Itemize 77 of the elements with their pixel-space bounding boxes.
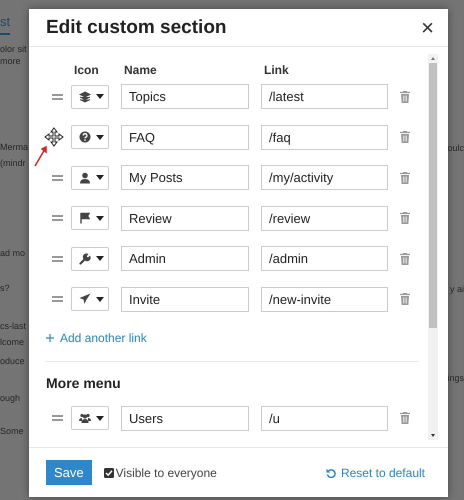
checkbox-label: Visible to everyone bbox=[116, 466, 217, 480]
users-icon bbox=[79, 412, 91, 424]
background-text: y ai bbox=[450, 283, 464, 295]
pointer-arrow bbox=[34, 144, 48, 166]
icon-dropdown[interactable] bbox=[71, 246, 109, 270]
undo-icon bbox=[326, 468, 336, 478]
link-field[interactable]: /new-invite bbox=[261, 286, 388, 312]
drag-handle-icon[interactable] bbox=[52, 256, 63, 262]
background-text: Some bbox=[0, 425, 25, 437]
background-text: oulc bbox=[448, 142, 464, 154]
caret-icon bbox=[96, 296, 104, 302]
dialog-title: Edit custom section bbox=[46, 16, 227, 38]
checkbox[interactable] bbox=[104, 468, 114, 478]
background-text: more bbox=[0, 55, 22, 67]
trash-icon[interactable] bbox=[400, 172, 410, 184]
wrench-icon bbox=[79, 252, 91, 264]
icon-dropdown[interactable] bbox=[71, 84, 109, 108]
background-text: ad mo bbox=[0, 247, 26, 259]
name-field[interactable]: Review bbox=[121, 206, 249, 230]
reset-link[interactable]: Reset to default bbox=[326, 466, 425, 480]
caret-icon bbox=[96, 416, 104, 420]
name-field[interactable]: My Posts bbox=[121, 165, 249, 190]
link-field[interactable]: /u bbox=[261, 406, 388, 430]
drag-handle-icon[interactable] bbox=[52, 174, 63, 180]
link-field[interactable]: /my/activity bbox=[261, 165, 388, 190]
background-text: (mindr bbox=[0, 157, 27, 169]
name-field[interactable]: FAQ bbox=[121, 124, 249, 150]
caret-icon bbox=[96, 256, 104, 261]
name-field[interactable]: Topics bbox=[121, 84, 249, 109]
save-button[interactable]: Save bbox=[46, 460, 92, 485]
close-button[interactable]: × bbox=[421, 16, 434, 38]
user-icon bbox=[79, 172, 91, 184]
drag-handle-icon[interactable] bbox=[52, 215, 63, 221]
layers-icon bbox=[79, 90, 91, 102]
caret-icon bbox=[96, 175, 104, 180]
link-field[interactable]: /review bbox=[261, 206, 388, 230]
trash-icon[interactable] bbox=[400, 412, 410, 424]
scrollbar[interactable] bbox=[428, 54, 438, 440]
link-field[interactable]: /latest bbox=[261, 84, 388, 109]
trash-icon[interactable] bbox=[400, 293, 410, 305]
caret-icon bbox=[96, 134, 104, 140]
column-header: Name bbox=[124, 63, 158, 77]
column-header: Icon bbox=[74, 63, 100, 77]
background-text: olor sit bbox=[0, 43, 28, 55]
icon-dropdown[interactable] bbox=[71, 166, 109, 190]
question-icon bbox=[79, 131, 91, 143]
trash-icon[interactable] bbox=[400, 131, 410, 143]
section-title: More menu bbox=[46, 374, 122, 390]
paper-plane-icon bbox=[79, 293, 91, 305]
background-text: cs-last bbox=[0, 320, 28, 332]
caret-icon bbox=[96, 94, 104, 99]
trash-icon[interactable] bbox=[400, 90, 410, 102]
name-field[interactable]: Invite bbox=[121, 286, 249, 312]
drag-handle-icon[interactable] bbox=[52, 94, 63, 100]
link-field[interactable]: /faq bbox=[261, 124, 388, 150]
add-link-button[interactable]: Add another link bbox=[46, 330, 147, 344]
caret-icon bbox=[96, 216, 104, 220]
icon-dropdown[interactable] bbox=[71, 206, 109, 230]
background-text: Merma bbox=[0, 141, 29, 153]
plus-icon bbox=[46, 334, 54, 342]
trash-icon[interactable] bbox=[400, 212, 410, 224]
background-text: ings bbox=[448, 372, 464, 384]
flag-icon bbox=[79, 212, 91, 224]
link-field[interactable]: /admin bbox=[261, 246, 388, 271]
name-field[interactable]: Admin bbox=[121, 246, 249, 271]
column-header: Link bbox=[264, 63, 289, 77]
background-text: ough bbox=[0, 392, 22, 404]
drag-handle-icon[interactable] bbox=[52, 296, 63, 302]
icon-dropdown[interactable] bbox=[71, 406, 109, 430]
icon-dropdown[interactable] bbox=[71, 125, 109, 149]
drag-handle-icon[interactable] bbox=[52, 415, 63, 421]
background-text: oduce bbox=[0, 355, 26, 367]
background-text: lcome bbox=[0, 336, 26, 348]
name-field[interactable]: Users bbox=[121, 406, 249, 430]
trash-icon[interactable] bbox=[400, 252, 410, 264]
background-text: s? bbox=[0, 282, 11, 294]
icon-dropdown[interactable] bbox=[71, 287, 109, 311]
